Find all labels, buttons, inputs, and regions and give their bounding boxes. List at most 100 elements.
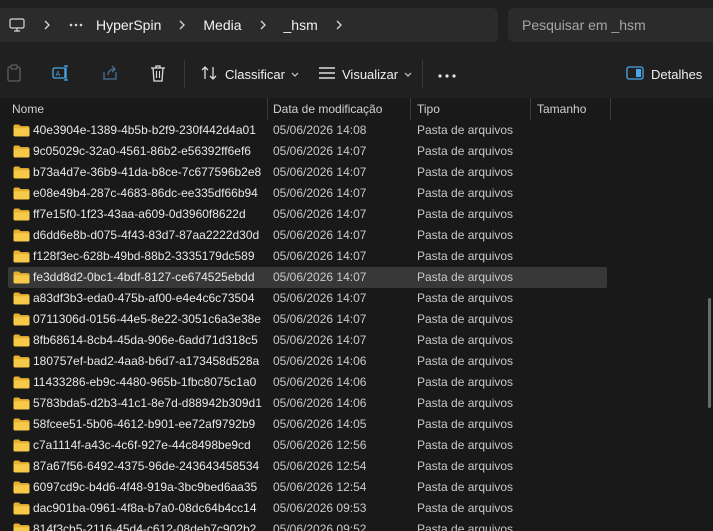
column-header-name-label: Nome — [12, 102, 45, 116]
file-date: 05/06/2026 14:07 — [273, 270, 367, 284]
file-row[interactable]: dac901ba-0961-4f8a-b7a0-08dc64b4cc14 05/0… — [0, 498, 713, 519]
svg-text:A: A — [56, 71, 61, 78]
folder-icon — [13, 523, 30, 531]
file-row[interactable]: 0711306d-0156-44e5-8e22-3051c6a3e38e 05/0… — [0, 309, 713, 330]
column-header-type[interactable]: Tipo — [411, 98, 531, 120]
file-date: 05/06/2026 14:07 — [273, 333, 367, 347]
chevron-right-icon[interactable] — [332, 15, 346, 35]
file-type: Pasta de arquivos — [417, 375, 514, 389]
breadcrumb-item-media[interactable]: Media — [203, 17, 241, 33]
file-row[interactable]: ff7e15f0-1f23-43aa-a609-0d3960f8622d 05/0… — [0, 204, 713, 225]
file-type: Pasta de arquivos — [417, 186, 514, 200]
file-row[interactable]: 58fcee51-5b06-4612-b901-ee72af9792b9 05/0… — [0, 414, 713, 435]
file-type: Pasta de arquivos — [417, 480, 514, 494]
breadcrumb-item-hyperspin[interactable]: HyperSpin — [96, 17, 161, 33]
chevron-down-icon — [404, 67, 412, 81]
column-header-name[interactable]: Nome — [0, 98, 268, 120]
file-type: Pasta de arquivos — [417, 312, 514, 326]
file-name: 8fb68614-8cb4-45da-906e-6add71d318c5 — [33, 333, 258, 347]
this-pc-icon[interactable] — [6, 14, 28, 36]
file-row[interactable]: 8fb68614-8cb4-45da-906e-6add71d318c5 05/0… — [0, 330, 713, 351]
file-row[interactable]: e08e49b4-287c-4683-86dc-ee335df66b94 05/0… — [0, 183, 713, 204]
file-name: 87a67f56-6492-4375-96de-243643458534 — [33, 459, 260, 473]
folder-icon — [13, 145, 30, 158]
file-row[interactable]: 11433286-eb9c-4480-965b-1fbc8075c1a0 05/0… — [0, 372, 713, 393]
view-button[interactable]: Visualizar — [314, 50, 414, 98]
chevron-right-icon[interactable] — [40, 15, 54, 35]
file-type: Pasta de arquivos — [417, 417, 514, 431]
command-bar: A Classificar Visualizar Detalhes — [0, 50, 713, 99]
file-name: 814f3cb5-2116-45d4-c612-08deb7c902b2 — [33, 522, 257, 531]
file-row[interactable]: 6097cd9c-b4d6-4f48-919a-3bc9bed6aa35 05/0… — [0, 477, 713, 498]
sort-label: Classificar — [225, 66, 285, 82]
file-row[interactable]: 180757ef-bad2-4aa8-b6d7-a173458d528a 05/0… — [0, 351, 713, 372]
file-row[interactable]: f128f3ec-628b-49bd-88b2-3335179dc589 05/0… — [0, 246, 713, 267]
file-row[interactable]: 9c05029c-32a0-4561-86b2-e56392ff6ef6 05/0… — [0, 141, 713, 162]
file-type: Pasta de arquivos — [417, 291, 514, 305]
file-name: 0711306d-0156-44e5-8e22-3051c6a3e38e — [33, 312, 261, 326]
file-name: 5783bda5-d2b3-41c1-8e7d-d88942b309d1 — [33, 396, 262, 410]
file-name: 40e3904e-1389-4b5b-b2f9-230f442d4a01 — [33, 123, 256, 137]
file-row[interactable]: d6dd6e8b-d075-4f43-83d7-87aa2222d30d 05/0… — [0, 225, 713, 246]
file-row[interactable]: 814f3cb5-2116-45d4-c612-08deb7c902b2 05/0… — [0, 519, 713, 531]
file-date: 05/06/2026 12:54 — [273, 459, 367, 473]
file-type: Pasta de arquivos — [417, 228, 514, 242]
file-row[interactable]: 87a67f56-6492-4375-96de-243643458534 05/0… — [0, 456, 713, 477]
sort-button[interactable]: Classificar — [196, 50, 299, 98]
file-row-selected[interactable]: fe3dd8d2-0bc1-4bdf-8127-ce674525ebdd 05/0… — [0, 267, 713, 288]
rename-button[interactable]: A — [48, 50, 74, 98]
file-type: Pasta de arquivos — [417, 270, 514, 284]
file-type: Pasta de arquivos — [417, 249, 514, 263]
breadcrumb[interactable]: HyperSpin Media _hsm — [0, 8, 498, 42]
file-name: a83df3b3-eda0-475b-af00-e4e4c6c73504 — [33, 291, 255, 305]
column-header-size[interactable]: Tamanho — [531, 98, 611, 120]
paste-button[interactable] — [2, 50, 26, 98]
file-type: Pasta de arquivos — [417, 333, 514, 347]
file-row[interactable]: a83df3b3-eda0-475b-af00-e4e4c6c73504 05/0… — [0, 288, 713, 309]
column-header-size-label: Tamanho — [537, 102, 587, 116]
folder-icon — [13, 355, 30, 368]
column-header-date[interactable]: Data de modificação — [268, 98, 411, 120]
file-date: 05/06/2026 12:56 — [273, 438, 367, 452]
file-type: Pasta de arquivos — [417, 354, 514, 368]
file-date: 05/06/2026 14:07 — [273, 228, 367, 242]
file-type: Pasta de arquivos — [417, 144, 514, 158]
file-row[interactable]: 5783bda5-d2b3-41c1-8e7d-d88942b309d1 05/0… — [0, 393, 713, 414]
chevron-right-icon[interactable] — [175, 15, 189, 35]
column-header-date-label: Data de modificação — [273, 102, 383, 116]
rename-icon: A — [52, 64, 70, 85]
file-row[interactable]: c7a1114f-a43c-4c6f-927e-44c8498be9cd 05/0… — [0, 435, 713, 456]
file-name: ff7e15f0-1f23-43aa-a609-0d3960f8622d — [33, 207, 246, 221]
folder-icon — [13, 166, 30, 179]
address-bar: HyperSpin Media _hsm Pesquisar em _hsm — [0, 0, 713, 50]
file-date: 05/06/2026 14:06 — [273, 375, 367, 389]
folder-icon — [13, 460, 30, 473]
details-pane-button[interactable]: Detalhes — [622, 50, 702, 98]
share-button[interactable] — [98, 50, 122, 98]
file-date: 05/06/2026 14:05 — [273, 417, 367, 431]
file-name: e08e49b4-287c-4683-86dc-ee335df66b94 — [33, 186, 258, 200]
file-date: 05/06/2026 14:07 — [273, 291, 367, 305]
details-pane-icon — [626, 65, 644, 83]
file-row[interactable]: 40e3904e-1389-4b5b-b2f9-230f442d4a01 05/0… — [0, 120, 713, 141]
delete-button[interactable] — [146, 50, 170, 98]
file-date: 05/06/2026 14:06 — [273, 354, 367, 368]
share-icon — [101, 64, 119, 85]
folder-icon — [13, 124, 30, 137]
chevron-down-icon — [291, 67, 299, 81]
file-date: 05/06/2026 14:07 — [273, 207, 367, 221]
toolbar-divider — [422, 60, 423, 88]
breadcrumb-item-hsm[interactable]: _hsm — [284, 17, 318, 33]
folder-icon — [13, 313, 30, 326]
file-type: Pasta de arquivos — [417, 522, 514, 531]
vertical-scrollbar[interactable] — [708, 298, 711, 408]
chevron-right-icon[interactable] — [256, 15, 270, 35]
file-row[interactable]: b73a4d7e-36b9-41da-b8ce-7c677596b2e8 05/0… — [0, 162, 713, 183]
search-input[interactable]: Pesquisar em _hsm — [508, 8, 713, 42]
file-date: 05/06/2026 14:07 — [273, 312, 367, 326]
sort-icon — [200, 65, 218, 84]
more-locations-icon[interactable] — [66, 15, 86, 35]
see-more-button[interactable] — [434, 50, 460, 98]
file-name: dac901ba-0961-4f8a-b7a0-08dc64b4cc14 — [33, 501, 257, 515]
file-name: f128f3ec-628b-49bd-88b2-3335179dc589 — [33, 249, 255, 263]
